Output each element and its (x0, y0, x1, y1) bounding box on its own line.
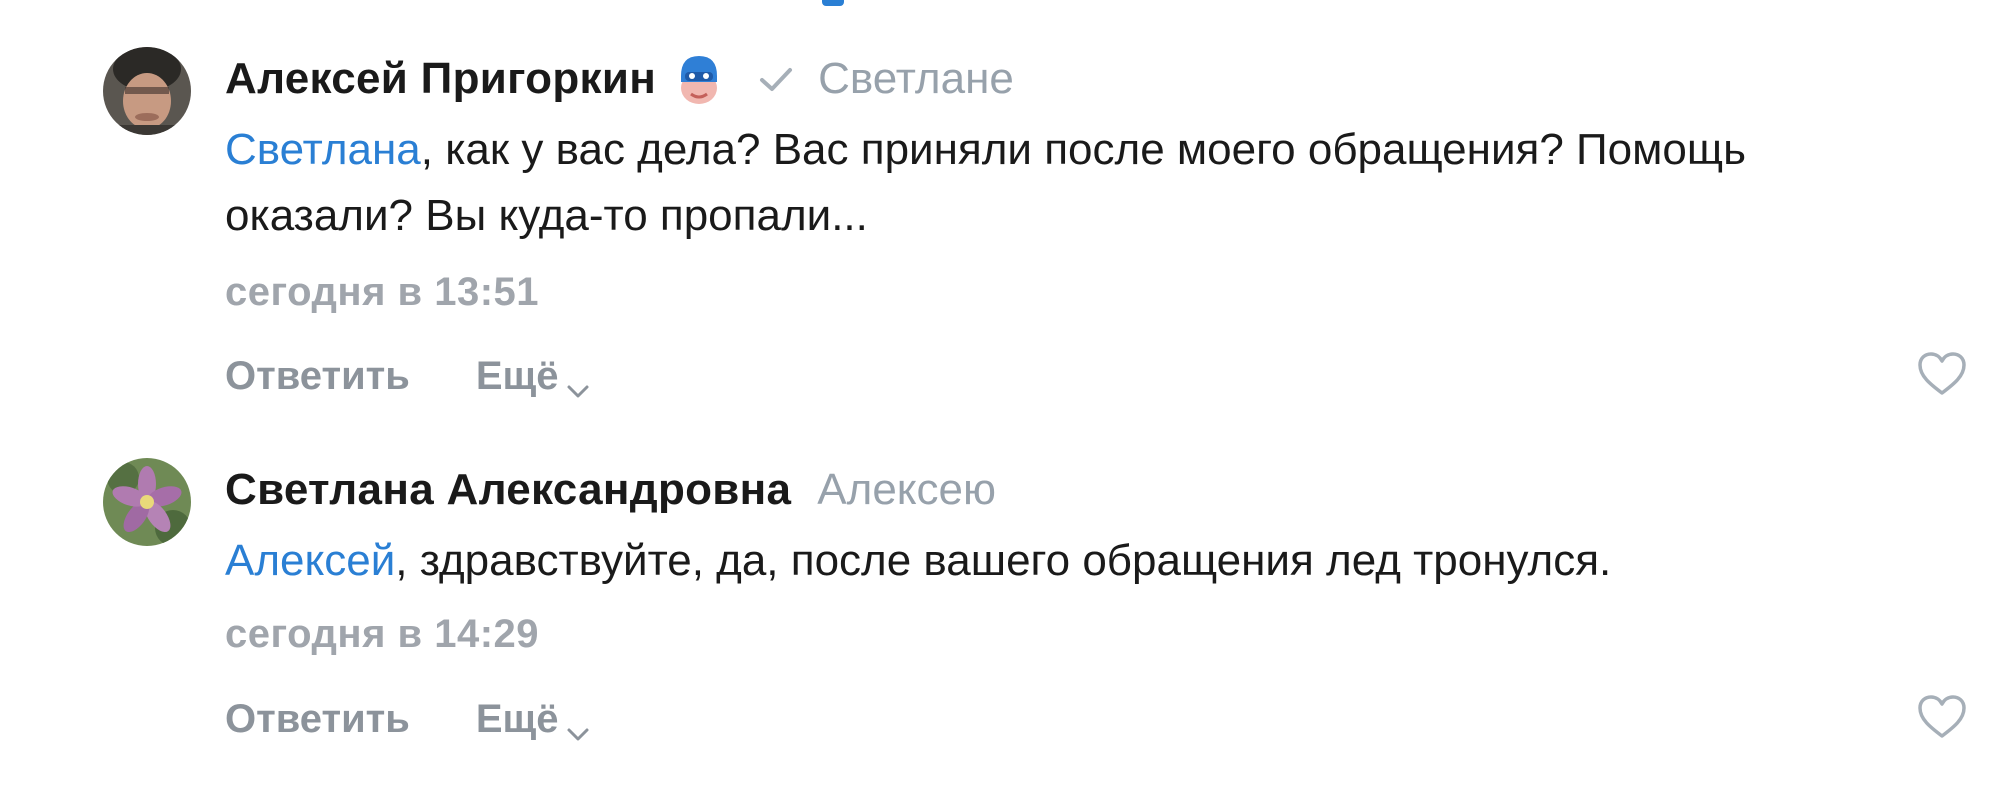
comment-text: Светлана, как у вас дела? Вас приняли по… (225, 117, 1925, 249)
more-label: Ещё (475, 353, 559, 398)
comment-actions: Ответить Ещё (225, 694, 591, 744)
sticker-superhero-icon (674, 52, 724, 106)
comment-actions: Ответить Ещё (225, 351, 591, 401)
cut-off-link-fragment (822, 0, 844, 6)
comment-header: Алексей Пригоркин Светлане (225, 49, 1014, 109)
chevron-down-icon (565, 366, 591, 398)
comment-body: , здравствуйте, да, после вашего обращен… (395, 536, 1612, 585)
timestamp[interactable]: сегодня в 13:51 (225, 270, 539, 315)
comment-body: , как у вас дела? Вас приняли после моег… (225, 125, 1746, 240)
like-heart-icon[interactable] (1916, 351, 1968, 397)
reply-button[interactable]: Ответить (225, 354, 410, 399)
timestamp[interactable]: сегодня в 14:29 (225, 612, 539, 657)
avatar[interactable] (103, 458, 191, 546)
more-button[interactable]: Ещё (476, 697, 591, 742)
more-label: Ещё (475, 696, 559, 741)
reply-to-name[interactable]: Светлане (818, 54, 1014, 104)
author-name[interactable]: Светлана Александровна (225, 465, 791, 515)
reply-check-icon (758, 64, 794, 94)
mention-link[interactable]: Алексей (225, 536, 395, 585)
author-name[interactable]: Алексей Пригоркин (225, 54, 656, 104)
more-button[interactable]: Ещё (476, 354, 591, 399)
comment-text: Алексей, здравствуйте, да, после вашего … (225, 528, 1925, 594)
avatar[interactable] (103, 47, 191, 135)
mention-link[interactable]: Светлана (225, 125, 421, 174)
comment-header: Светлана Александровна Алексею (225, 460, 996, 520)
like-heart-icon[interactable] (1916, 694, 1968, 740)
reply-to-name[interactable]: Алексею (817, 465, 996, 515)
comments-page: Алексей Пригоркин Светлане Светлана, как… (0, 0, 2000, 794)
chevron-down-icon (565, 709, 591, 741)
reply-button[interactable]: Ответить (225, 697, 410, 742)
